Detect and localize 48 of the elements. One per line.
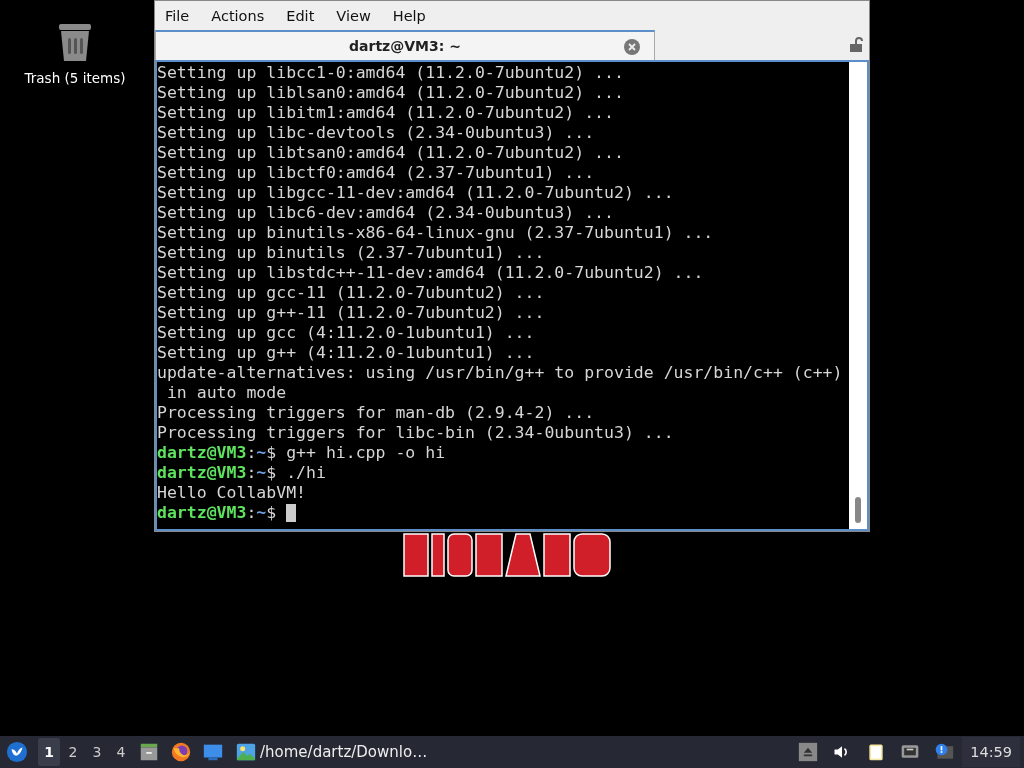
desktop-icon-label[interactable]: Trash (5 items) — [24, 70, 126, 86]
terminal-tab[interactable]: dartz@VM3: ~ — [155, 30, 655, 60]
tab-title: dartz@VM3: ~ — [349, 38, 461, 54]
terminal-line: Processing triggers for libc-bin (2.34-0ubuntu3) ... — [157, 423, 674, 443]
terminal-line: Setting up libctf0:amd64 (2.37-7ubuntu1) ... — [157, 163, 595, 183]
clock[interactable]: 14:59 — [962, 737, 1020, 767]
terminal-line: Setting up gcc (4:11.2.0-1ubuntu1) ... — [157, 323, 535, 343]
notification-icon[interactable] — [934, 742, 955, 762]
scrollbar-thumb[interactable] — [855, 497, 861, 523]
image-icon — [236, 742, 256, 762]
terminal-line: Setting up g++-11 (11.2.0-7ubuntu2) ... — [157, 303, 545, 323]
scrollbar[interactable] — [849, 62, 867, 529]
terminal-line: Setting up liblsan0:amd64 (11.2.0-7ubuntu2) ... — [157, 83, 624, 103]
terminal-line: Hello CollabVM! — [157, 483, 306, 503]
prompt-line: dartz@VM3:~$ ./hi — [157, 463, 326, 483]
terminal-line: Setting up gcc-11 (11.2.0-7ubuntu2) ... — [157, 283, 545, 303]
terminal-line: Processing triggers for man-db (2.9.4-2) ... — [157, 403, 595, 423]
workspace-button[interactable]: 1 — [38, 738, 60, 766]
browser-icon[interactable] — [170, 741, 192, 763]
terminal-line: Setting up libc-devtools (2.34-0ubuntu3) ... — [157, 123, 595, 143]
eject-icon[interactable] — [798, 742, 819, 762]
taskbar-task[interactable]: /home/dartz/Downlo… — [230, 738, 434, 766]
workspace-button[interactable]: 2 — [62, 738, 84, 766]
terminal-line: Setting up g++ (4:11.2.0-1ubuntu1) ... — [157, 343, 535, 363]
terminal-line: Setting up libc6-dev:amd64 (2.34-0ubuntu3) ... — [157, 203, 614, 223]
file-cabinet-icon[interactable] — [138, 741, 160, 763]
menu-item[interactable]: Actions — [203, 7, 273, 24]
workspace-button[interactable]: 3 — [86, 738, 108, 766]
terminal-line: Setting up libgcc-11-dev:amd64 (11.2.0-7ubuntu2) ... — [157, 183, 674, 203]
terminal-line: Setting up libstdc++-11-dev:amd64 (11.2.0-7ubuntu2) ... — [157, 263, 704, 283]
menu-item[interactable]: File — [157, 7, 198, 24]
workspace-button[interactable]: 4 — [110, 738, 132, 766]
terminal-line: Setting up libtsan0:amd64 (11.2.0-7ubuntu2) ... — [157, 143, 624, 163]
terminal-line: Setting up libitm1:amd64 (11.2.0-7ubuntu2) ... — [157, 103, 614, 123]
terminal-line: in auto mode — [165, 383, 287, 403]
prompt-line: dartz@VM3:~$ — [157, 503, 278, 523]
task-title: /home/dartz/Downlo… — [260, 743, 428, 761]
terminal-line: Setting up binutils-x86-64-linux-gnu (2.37-7ubuntu1) ... — [157, 223, 714, 243]
menu-item[interactable]: Edit — [278, 7, 323, 24]
padlock-icon[interactable] — [849, 36, 863, 52]
menu-item[interactable]: Help — [384, 7, 434, 24]
prompt-line: dartz@VM3:~$ g++ hi.cpp -o hi — [157, 443, 446, 463]
terminal-line: update-alternatives: using /usr/bin/g++ to provide /usr/bin/c++ (c++) — [157, 363, 843, 383]
menu-item[interactable]: View — [328, 7, 379, 24]
close-icon[interactable] — [624, 39, 640, 55]
terminal-line: Setting up libcc1-0:amd64 (11.2.0-7ubuntu2) ... — [157, 63, 624, 83]
start-menu-icon[interactable] — [6, 741, 28, 763]
terminal-line: Setting up binutils (2.37-7ubuntu1) ... — [157, 243, 545, 263]
